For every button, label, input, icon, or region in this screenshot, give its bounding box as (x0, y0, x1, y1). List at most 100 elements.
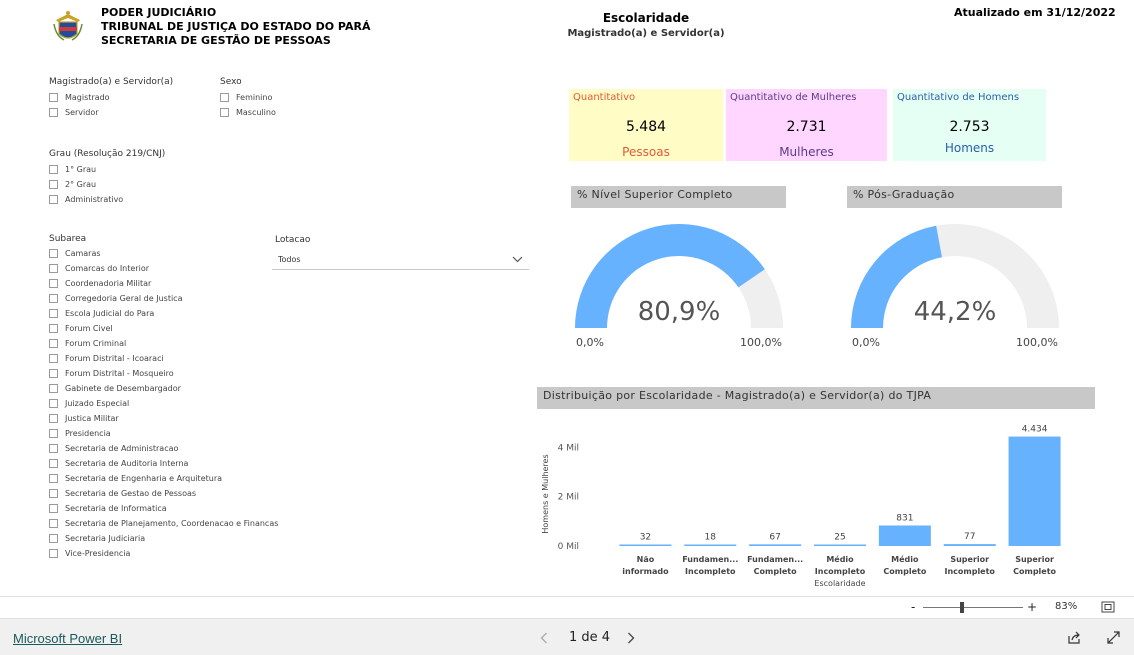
subarea-list: Camaras Comarcas do Interior Coordenadoria… (49, 246, 289, 561)
zoom-slider-track[interactable] (923, 607, 1023, 608)
zoom-out-button[interactable]: - (911, 600, 915, 614)
checkbox[interactable] (49, 264, 58, 273)
subarea-option[interactable]: Juizado Especial (49, 396, 289, 411)
subarea-option[interactable]: Forum Distrital - Icoaraci (49, 351, 289, 366)
subarea-option[interactable]: Secretaria de Planejamento, Coordenacao … (49, 516, 289, 531)
slicer-option-1-grau[interactable]: 1° Grau (49, 162, 249, 177)
checkbox[interactable] (49, 429, 58, 438)
option-label: Secretaria Judiciaria (65, 534, 146, 543)
checkbox[interactable] (49, 534, 58, 543)
bar[interactable] (1008, 436, 1061, 546)
bar[interactable] (684, 544, 737, 547)
gauge-superior[interactable]: 80,9% 0,0% 100,0% (564, 214, 794, 354)
checkbox[interactable] (49, 459, 58, 468)
y-tick-label: 2 Mil (558, 493, 579, 503)
x-tick-label: Completo (1013, 567, 1056, 576)
checkbox[interactable] (49, 249, 58, 258)
powerbi-brand-link[interactable]: Microsoft Power BI (13, 631, 122, 646)
checkbox[interactable] (49, 339, 58, 348)
checkbox[interactable] (49, 180, 58, 189)
checkbox[interactable] (49, 195, 58, 204)
subarea-option[interactable]: Justica Militar (49, 411, 289, 426)
checkbox[interactable] (49, 519, 58, 528)
option-label: Secretaria de Planejamento, Coordenacao … (65, 519, 279, 528)
subarea-option[interactable]: Secretaria de Auditoria Interna (49, 456, 289, 471)
card-men: Quantitativo de Homens 2.753 Homens (893, 89, 1046, 161)
checkbox[interactable] (49, 489, 58, 498)
subarea-option[interactable]: Secretaria de Informatica (49, 501, 289, 516)
slicer-option-2-grau[interactable]: 2° Grau (49, 177, 249, 192)
zoom-in-button[interactable]: + (1027, 600, 1037, 614)
subarea-option[interactable]: Secretaria Judiciaria (49, 531, 289, 546)
gauge-pos[interactable]: 44,2% 0,0% 100,0% (840, 214, 1070, 354)
x-tick-label: Superior (1015, 555, 1054, 564)
subarea-option[interactable]: Secretaria de Administracao (49, 441, 289, 456)
subarea-option[interactable]: Escola Judicial do Para (49, 306, 289, 321)
bar[interactable] (878, 525, 931, 546)
fit-to-page-icon[interactable] (1101, 601, 1115, 613)
slicer-option-feminino[interactable]: Feminino (220, 90, 340, 105)
option-label: Forum Civel (65, 324, 113, 333)
checkbox[interactable] (49, 504, 58, 513)
checkbox[interactable] (49, 279, 58, 288)
org-line-1: PODER JUDICIÁRIO (101, 6, 217, 19)
card-men-subtitle: Homens (944, 141, 995, 155)
checkbox[interactable] (49, 93, 58, 102)
x-tick-label: Superior (950, 555, 989, 564)
checkbox[interactable] (49, 414, 58, 423)
checkbox[interactable] (49, 444, 58, 453)
subarea-option[interactable]: Corregedoria Geral de Justica (49, 291, 289, 306)
slicer-option-magistrado[interactable]: Magistrado (49, 90, 209, 105)
checkbox[interactable] (49, 294, 58, 303)
subarea-option[interactable]: Gabinete de Desembargador (49, 381, 289, 396)
checkbox[interactable] (49, 309, 58, 318)
option-label: Secretaria de Engenharia e Arquitetura (65, 474, 223, 483)
checkbox[interactable] (49, 354, 58, 363)
lotacao-dropdown[interactable]: Todos (272, 250, 529, 270)
checkbox[interactable] (49, 324, 58, 333)
checkbox[interactable] (49, 384, 58, 393)
bar[interactable] (814, 544, 866, 547)
subarea-option[interactable]: Forum Distrital - Mosqueiro (49, 366, 289, 381)
bar[interactable] (749, 544, 802, 546)
subarea-option[interactable]: Secretaria de Gestao de Pessoas (49, 486, 289, 501)
gauge-min-label: 0,0% (576, 336, 604, 349)
share-icon[interactable] (1067, 630, 1082, 645)
option-label: Gabinete de Desembargador (65, 384, 181, 393)
fullscreen-icon[interactable] (1106, 630, 1121, 645)
checkbox[interactable] (49, 399, 58, 408)
slicer-option-masculino[interactable]: Masculino (220, 105, 340, 120)
subarea-option[interactable]: Camaras (49, 246, 289, 261)
subarea-option[interactable]: Presidencia (49, 426, 289, 441)
checkbox[interactable] (49, 108, 58, 117)
subarea-option[interactable]: Forum Civel (49, 321, 289, 336)
checkbox[interactable] (49, 165, 58, 174)
slicer-grade-title: Grau (Resolução 219/CNJ) (49, 149, 166, 159)
slicer-option-servidor[interactable]: Servidor (49, 105, 209, 120)
gauge-value-label: 44,2% (914, 297, 997, 327)
y-tick-label: 4 Mil (558, 443, 579, 453)
bar-value-label: 4.434 (1022, 425, 1048, 435)
bar[interactable] (619, 544, 672, 547)
checkbox[interactable] (49, 549, 58, 558)
option-label: Camaras (65, 249, 101, 258)
zoom-slider-thumb[interactable] (960, 602, 964, 613)
previous-page-icon[interactable] (540, 632, 548, 644)
subarea-option[interactable]: Forum Criminal (49, 336, 289, 351)
zoom-bar: - + 83% (0, 596, 1134, 618)
bar[interactable] (943, 544, 996, 546)
checkbox[interactable] (220, 93, 229, 102)
subarea-option[interactable]: Vice-Presidencia (49, 546, 289, 561)
bar-value-label: 77 (964, 532, 975, 542)
checkbox[interactable] (49, 369, 58, 378)
x-tick-label: Completo (754, 567, 797, 576)
checkbox[interactable] (49, 474, 58, 483)
next-page-icon[interactable] (627, 632, 635, 644)
checkbox[interactable] (220, 108, 229, 117)
education-bar-chart[interactable]: Homens e Mulheres 0 Mil 2 Mil 4 Mil 32 Não inf… (537, 412, 1095, 594)
subarea-option[interactable]: Coordenadoria Militar (49, 276, 289, 291)
subarea-option[interactable]: Secretaria de Engenharia e Arquitetura (49, 471, 289, 486)
subarea-option[interactable]: Comarcas do Interior (49, 261, 289, 276)
option-label: Escola Judicial do Para (65, 309, 155, 318)
slicer-option-administrativo[interactable]: Administrativo (49, 192, 249, 207)
